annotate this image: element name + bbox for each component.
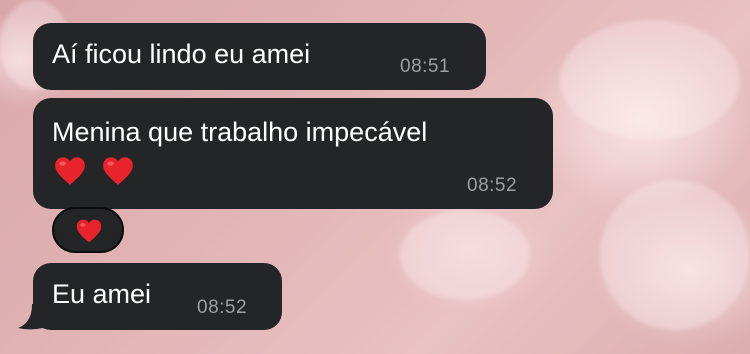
message-bubble-2[interactable]: Menina que trabalho impecável ❤️❤️ 08:52 [33, 98, 553, 209]
message-text: Aí ficou lindo eu amei [52, 39, 311, 69]
heart-emoji-icon [55, 157, 85, 185]
message-bubble-3[interactable]: Eu amei 08:52 [33, 263, 282, 330]
message-timestamp: 08:52 [467, 175, 518, 196]
message-timestamp: 08:51 [400, 56, 451, 77]
message-timestamp: 08:52 [197, 297, 248, 318]
message-text: Eu amei [52, 279, 152, 309]
reaction-badge[interactable]: ❤️ [52, 207, 124, 253]
message-text: Menina que trabalho impecável [52, 117, 428, 147]
message-bubble-1[interactable]: Aí ficou lindo eu amei 08:51 [33, 23, 486, 90]
heart-reaction-icon [76, 219, 102, 243]
heart-emoji-icon [103, 157, 133, 185]
